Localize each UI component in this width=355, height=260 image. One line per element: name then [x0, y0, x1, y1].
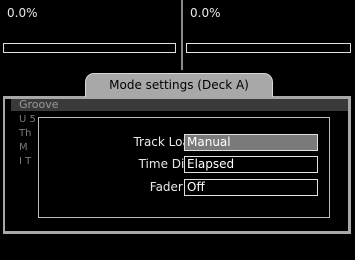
- deck-a-panel: 0.0%: [0, 0, 183, 70]
- setting-row-time-display: Time Display Elapsed: [39, 156, 329, 174]
- setting-row-track-loading: Track Loading Manual: [39, 134, 329, 152]
- deck-b-progress-bar[interactable]: [186, 43, 351, 53]
- dialog-title: Mode settings (Deck A): [109, 78, 249, 92]
- deck-b-percent: 0.0%: [190, 6, 221, 20]
- track-loading-value[interactable]: Manual: [184, 134, 318, 151]
- time-display-value[interactable]: Elapsed: [184, 156, 318, 173]
- bottom-bar: [0, 236, 355, 260]
- deck-a-percent: 0.0%: [7, 6, 38, 20]
- dialog-title-tab: Mode settings (Deck A): [85, 73, 273, 97]
- setting-row-fader-start: Fader Start Off: [39, 179, 329, 197]
- deck-b-panel: 0.0%: [183, 0, 355, 70]
- app-root: 0.0% 0.0% Groove U 5 Th M I T Mode setti…: [0, 0, 355, 260]
- deck-a-progress-bar[interactable]: [3, 43, 176, 53]
- mode-settings-dialog: Track Loading Manual Time Display Elapse…: [38, 117, 330, 218]
- fader-start-value[interactable]: Off: [184, 179, 318, 196]
